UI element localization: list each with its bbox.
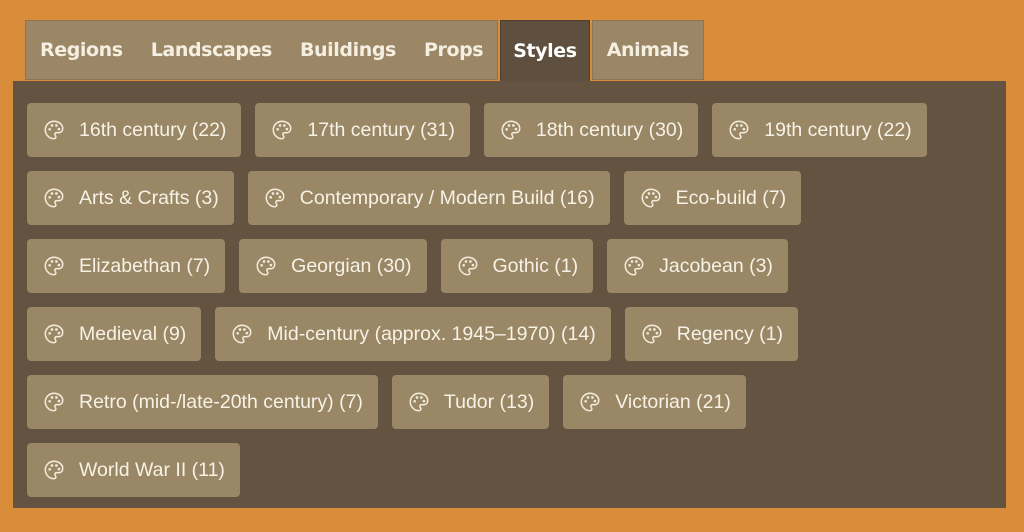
palette-icon bbox=[408, 391, 430, 413]
chip-row: Arts & Crafts (3) Contemporary / Modern … bbox=[27, 171, 996, 225]
palette-icon bbox=[728, 119, 750, 141]
style-chip-gothic[interactable]: Gothic (1) bbox=[440, 239, 594, 293]
style-chip-label: World War II (11) bbox=[79, 458, 225, 481]
palette-icon bbox=[579, 391, 601, 413]
style-chip-19th-century[interactable]: 19th century (22) bbox=[712, 103, 927, 157]
styles-panel: 16th century (22) 17th century (31) 18th… bbox=[13, 81, 1006, 508]
chip-row: World War II (11) bbox=[27, 443, 996, 497]
style-chip-label: 19th century (22) bbox=[764, 118, 912, 141]
tab-styles[interactable]: Styles bbox=[500, 20, 590, 81]
style-chip-label: 16th century (22) bbox=[79, 118, 227, 141]
style-chip-label: Regency (1) bbox=[676, 322, 783, 345]
style-chip-label: Tudor (13) bbox=[443, 390, 535, 413]
palette-icon bbox=[271, 119, 293, 141]
style-chip-label: Retro (mid-/late-20th century) (7) bbox=[79, 390, 363, 413]
palette-icon bbox=[264, 187, 286, 209]
tab-regions[interactable]: Regions bbox=[26, 21, 137, 79]
palette-icon bbox=[640, 187, 662, 209]
tab-props[interactable]: Props bbox=[410, 21, 497, 79]
palette-icon bbox=[43, 255, 65, 277]
style-chip-retro[interactable]: Retro (mid-/late-20th century) (7) bbox=[27, 375, 378, 429]
style-chip-world-war-ii[interactable]: World War II (11) bbox=[27, 443, 240, 497]
palette-icon bbox=[43, 119, 65, 141]
palette-icon bbox=[43, 187, 65, 209]
palette-icon bbox=[255, 255, 277, 277]
chip-row: Medieval (9) Mid-century (approx. 1945–1… bbox=[27, 307, 996, 361]
style-chip-17th-century[interactable]: 17th century (31) bbox=[255, 103, 470, 157]
style-chip-18th-century[interactable]: 18th century (30) bbox=[483, 103, 699, 157]
style-chip-contemporary-modern-build[interactable]: Contemporary / Modern Build (16) bbox=[247, 171, 610, 225]
palette-icon bbox=[43, 459, 65, 481]
style-chip-label: Victorian (21) bbox=[615, 390, 731, 413]
style-chip-victorian[interactable]: Victorian (21) bbox=[563, 375, 746, 429]
style-chip-label: Georgian (30) bbox=[291, 254, 412, 277]
style-chip-arts-and-crafts[interactable]: Arts & Crafts (3) bbox=[27, 171, 234, 225]
style-chip-list: 16th century (22) 17th century (31) 18th… bbox=[27, 103, 996, 511]
palette-icon bbox=[43, 323, 65, 345]
tab-landscapes[interactable]: Landscapes bbox=[137, 21, 286, 79]
style-chip-eco-build[interactable]: Eco-build (7) bbox=[623, 171, 802, 225]
style-chip-label: 18th century (30) bbox=[535, 118, 684, 141]
chip-row: Elizabethan (7) Georgian (30) Gothic (1)… bbox=[27, 239, 996, 293]
chip-row: Retro (mid-/late-20th century) (7) Tudor… bbox=[27, 375, 996, 429]
style-chip-label: Contemporary / Modern Build (16) bbox=[299, 186, 595, 209]
palette-icon bbox=[43, 391, 65, 413]
style-chip-16th-century[interactable]: 16th century (22) bbox=[27, 103, 242, 157]
style-chip-label: Jacobean (3) bbox=[659, 254, 773, 277]
palette-icon bbox=[500, 119, 522, 141]
style-chip-label: Elizabethan (7) bbox=[79, 254, 211, 277]
tab-group-left: Regions Landscapes Buildings Props bbox=[25, 20, 499, 80]
style-chip-elizabethan[interactable]: Elizabethan (7) bbox=[27, 239, 226, 293]
style-chip-label: Arts & Crafts (3) bbox=[79, 186, 219, 209]
style-chip-label: Gothic (1) bbox=[492, 254, 579, 277]
category-tabs: Regions Landscapes Buildings Props Style… bbox=[25, 20, 705, 81]
style-chip-mid-century[interactable]: Mid-century (approx. 1945–1970) (14) bbox=[215, 307, 611, 361]
style-chip-label: Medieval (9) bbox=[79, 322, 187, 345]
style-chip-label: 17th century (31) bbox=[307, 118, 455, 141]
palette-icon bbox=[623, 255, 645, 277]
style-chip-label: Eco-build (7) bbox=[675, 186, 787, 209]
chip-row: 16th century (22) 17th century (31) 18th… bbox=[27, 103, 996, 157]
style-chip-regency[interactable]: Regency (1) bbox=[624, 307, 798, 361]
style-chip-tudor[interactable]: Tudor (13) bbox=[391, 375, 550, 429]
tab-animals[interactable]: Animals bbox=[593, 21, 703, 79]
palette-icon bbox=[457, 255, 479, 277]
palette-icon bbox=[231, 323, 253, 345]
style-chip-jacobean[interactable]: Jacobean (3) bbox=[607, 239, 788, 293]
style-chip-label: Mid-century (approx. 1945–1970) (14) bbox=[267, 322, 596, 345]
style-chip-medieval[interactable]: Medieval (9) bbox=[27, 307, 202, 361]
style-chip-georgian[interactable]: Georgian (30) bbox=[239, 239, 427, 293]
tab-buildings[interactable]: Buildings bbox=[286, 21, 410, 79]
palette-icon bbox=[641, 323, 663, 345]
tab-group-right: Animals bbox=[591, 20, 705, 80]
